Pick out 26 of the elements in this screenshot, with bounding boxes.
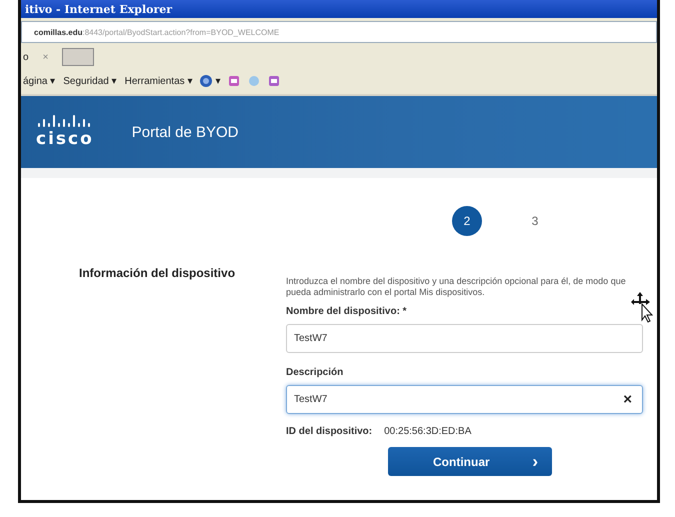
- device-id-value: 00:25:56:3D:ED:BA: [384, 426, 472, 437]
- address-field[interactable]: comillas.edu:8443/portal/ByodStart.action?from=BYOD_WELCOME: [21, 21, 657, 43]
- new-tab-button[interactable]: [62, 48, 94, 66]
- toolbar-icon[interactable]: [268, 75, 280, 87]
- input-field[interactable]: TestW7: [286, 324, 643, 353]
- menu-button[interactable]: Seguridad ▾: [63, 75, 117, 87]
- input-field[interactable]: TestW7 ×: [286, 385, 643, 414]
- instructions-text: Introduzca el nombre del dispositivo y una descripción opcional para él, de modo que pueda administrarlo con el portal Mis dispositivos.: [286, 276, 627, 298]
- menu-button[interactable]: ágina ▾: [23, 75, 56, 87]
- portal-title: Portal de BYOD: [132, 124, 238, 140]
- move-cursor-icon: [631, 291, 653, 323]
- step-indicator: 3: [530, 213, 540, 230]
- toolbar-icon[interactable]: [228, 75, 240, 87]
- field-label: Descripción: [286, 367, 344, 378]
- tab-label[interactable]: o: [23, 52, 29, 62]
- device-id-label: ID del dispositivo:: [286, 426, 372, 437]
- field-label: Nombre del dispositivo: *: [286, 306, 408, 317]
- cisco-logo: cisco: [36, 115, 94, 149]
- step-indicator: 2: [452, 206, 482, 236]
- clear-button[interactable]: ×: [623, 391, 632, 408]
- window-title: itivo - Internet Explorer: [21, 0, 657, 18]
- help-button[interactable]: ▾: [200, 75, 220, 87]
- menu-button[interactable]: Herramientas ▾: [124, 75, 192, 87]
- continue-button[interactable]: Continuar ›: [388, 447, 552, 476]
- section-title: Información del dispositivo: [79, 266, 236, 280]
- help-icon: [200, 75, 212, 87]
